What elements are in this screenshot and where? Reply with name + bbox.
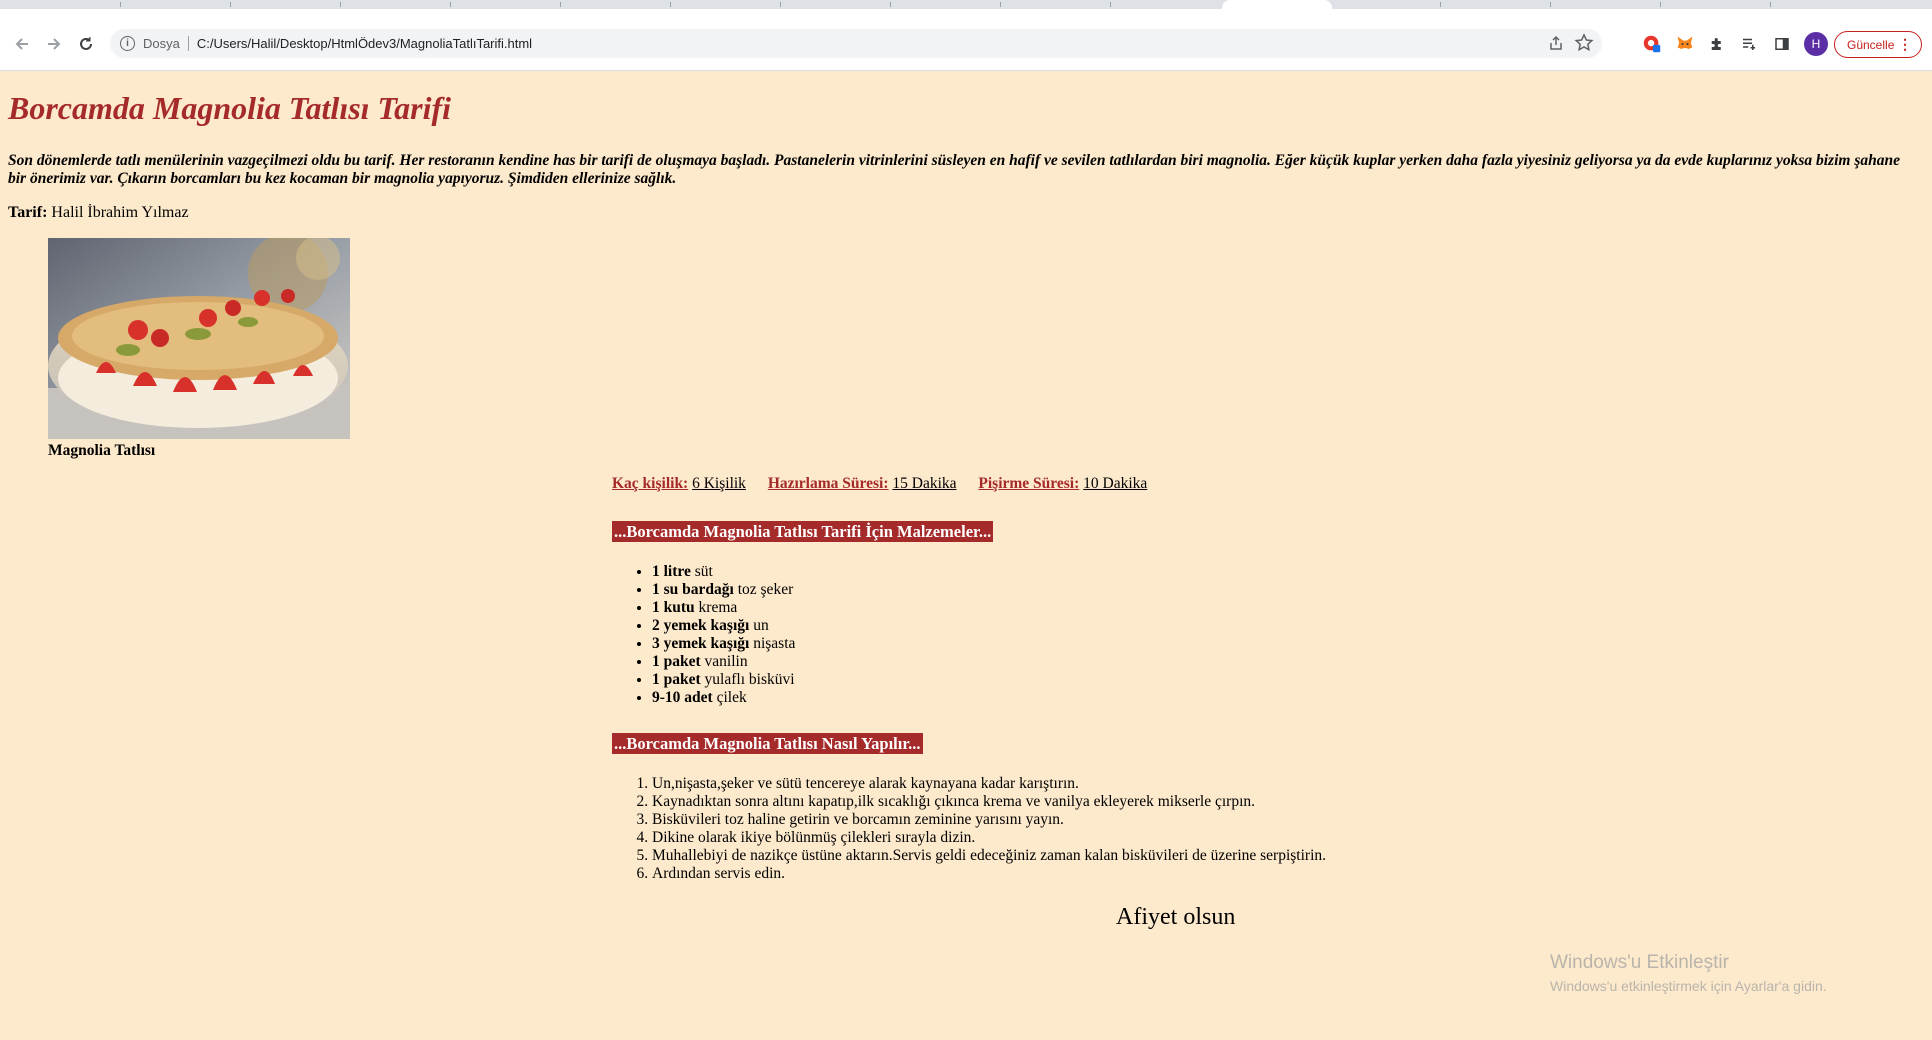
list-item: 9-10 adet çilek	[652, 689, 795, 707]
prep-time-value: 15 Dakika	[892, 475, 957, 492]
forward-arrow-icon	[48, 38, 61, 50]
omnibox-divider	[187, 36, 189, 51]
step-item: Ardından servis edin.	[652, 865, 1326, 883]
magnolia-photo	[48, 238, 350, 439]
update-button[interactable]: Güncelle ⋮	[1834, 31, 1922, 58]
step-item: Un,nişasta,şeker ve sütü tencereye alara…	[652, 775, 1326, 793]
watermark-subtitle: Windows'u etkinleştirmek için Ayarlar'a …	[1550, 978, 1827, 994]
star-icon[interactable]	[1574, 33, 1594, 53]
extension-red-button[interactable]	[1640, 32, 1664, 56]
list-item: 3 yemek kaşığı nişasta	[652, 635, 795, 653]
list-item: 1 su bardağı toz şeker	[652, 581, 795, 599]
page-content: Borcamda Magnolia Tatlısı Tarifi Son dön…	[0, 72, 1916, 1040]
page-scrollbar[interactable]	[1916, 72, 1932, 1040]
windows-activation-watermark: Windows'u Etkinleştir Windows'u etkinleş…	[1550, 952, 1827, 994]
back-button[interactable]	[8, 30, 36, 58]
extension-red-icon	[1643, 35, 1661, 53]
author-line: Tarif: Halil İbrahim Yılmaz	[8, 204, 189, 222]
forward-button[interactable]	[40, 30, 68, 58]
prep-time-label: Hazırlama Süresi:	[767, 475, 889, 492]
metamask-fox-icon	[1677, 36, 1693, 49]
menu-dots-icon: ⋮	[1898, 36, 1912, 52]
extensions-button[interactable]	[1705, 32, 1729, 56]
step-item: Muhallebiyi de nazikçe üstüne aktarın.Se…	[652, 847, 1326, 865]
address-bar[interactable]: i Dosya C:/Users/Halil/Desktop/HtmlÖdev3…	[110, 29, 1602, 58]
intro-paragraph: Son dönemlerde tatlı menülerinin vazgeçi…	[8, 152, 1900, 187]
page-title: Borcamda Magnolia Tatlısı Tarifi	[8, 90, 452, 126]
step-item: Kaynadıktan sonra altını kapatıp,ilk sıc…	[652, 793, 1326, 811]
list-item: 1 paket vanilin	[652, 653, 795, 671]
tab-strip	[0, 0, 1932, 9]
profile-avatar[interactable]: H	[1804, 32, 1828, 56]
url-text[interactable]: C:/Users/Halil/Desktop/HtmlÖdev3/Magnoli…	[197, 36, 532, 51]
update-label: Güncelle	[1847, 37, 1895, 52]
cook-time-label: Pişirme Süresi:	[978, 475, 1080, 492]
list-item: 1 paket yulaflı bisküvi	[652, 671, 795, 689]
step-item: Bisküvileri toz haline getirin ve borcam…	[652, 811, 1326, 829]
share-icon[interactable]	[1548, 35, 1564, 51]
puzzle-icon	[1711, 38, 1721, 50]
active-tab[interactable]	[1222, 0, 1332, 9]
step-item: Dikine olarak ikiye bölünmüş çilekleri s…	[652, 829, 1326, 847]
cook-time-value: 10 Dakika	[1083, 475, 1148, 492]
ingredients-list: 1 litre süt 1 su bardağı toz şeker 1 kut…	[612, 563, 795, 707]
list-item: 1 kutu krema	[652, 599, 795, 617]
ingredients-heading: ...Borcamda Magnolia Tatlısı Tarifi İçin…	[612, 521, 994, 542]
reload-icon	[80, 37, 92, 50]
method-steps: Un,nişasta,şeker ve sütü tencereye alara…	[612, 775, 1326, 883]
side-panel-button[interactable]	[1770, 32, 1794, 56]
list-item: 1 litre süt	[652, 563, 795, 581]
method-heading: ...Borcamda Magnolia Tatlısı Nasıl Yapıl…	[612, 733, 923, 754]
metamask-button[interactable]	[1673, 32, 1697, 56]
reading-list-icon	[1743, 38, 1755, 50]
info-icon[interactable]: i	[120, 36, 135, 51]
serves-value: 6 Kişilik	[692, 475, 746, 492]
serves-label: Kaç kişilik:	[612, 475, 689, 492]
author-label: Tarif:	[8, 204, 48, 221]
author-name: Halil İbrahim Yılmaz	[51, 204, 189, 221]
sidebar-icon	[1775, 38, 1789, 50]
back-arrow-icon	[15, 38, 28, 50]
watermark-title: Windows'u Etkinleştir	[1550, 952, 1729, 973]
reading-list-button[interactable]	[1737, 32, 1761, 56]
closing-text: Afiyet olsun	[1116, 904, 1236, 930]
scheme-label: Dosya	[143, 36, 180, 51]
recipe-stats: Kaç kişilik: 6 Kişilik Hazırlama Süresi:…	[612, 475, 1165, 493]
photo-caption: Magnolia Tatlısı	[48, 442, 156, 459]
reload-button[interactable]	[72, 30, 100, 58]
list-item: 2 yemek kaşığı un	[652, 617, 795, 635]
